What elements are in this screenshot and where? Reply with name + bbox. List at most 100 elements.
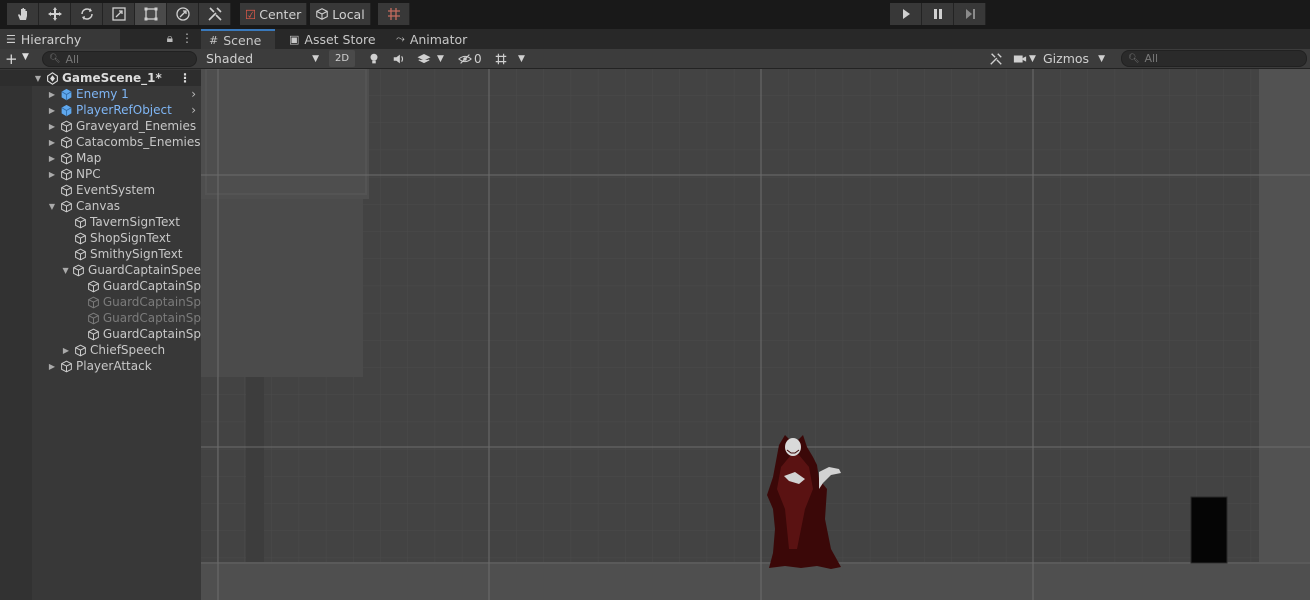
add-dropdown-icon[interactable]: ▼ xyxy=(22,52,29,62)
tab-animator[interactable]: ⤳ Animator xyxy=(388,29,475,49)
list-item[interactable]: ▶ Map xyxy=(0,150,201,166)
list-item[interactable]: ▶ Graveyard_Enemies xyxy=(0,118,201,134)
list-item[interactable]: ▶ Catacombs_Enemies xyxy=(0,134,201,150)
item-label: PlayerRefObject xyxy=(76,103,172,117)
scene-viewport[interactable] xyxy=(201,69,1310,600)
step-button[interactable] xyxy=(954,3,986,25)
chevron-right-icon[interactable]: › xyxy=(191,103,196,117)
scene-menu-icon[interactable]: ⋮ xyxy=(179,71,191,85)
collapse-arrow-icon[interactable]: ▼ xyxy=(32,74,44,83)
rotate-icon xyxy=(80,8,93,20)
dropdown-arrow-icon: ▼ xyxy=(1029,53,1036,64)
background-wall-right xyxy=(1259,69,1310,563)
rotate-tool-button[interactable] xyxy=(71,3,103,25)
hand-tool-button[interactable] xyxy=(7,3,39,25)
kebab-menu-icon[interactable]: ⋮ xyxy=(181,31,193,46)
list-item[interactable]: GuardCaptainSp xyxy=(0,278,201,294)
list-item[interactable]: GuardCaptainSp xyxy=(0,310,201,326)
pause-icon xyxy=(933,9,942,19)
expand-arrow-icon[interactable]: ▶ xyxy=(46,154,58,163)
mode-2d-toggle[interactable]: 2D xyxy=(329,50,355,67)
lighting-toggle[interactable] xyxy=(367,49,381,68)
camera-icon xyxy=(1013,55,1027,62)
prefab-cube-icon xyxy=(58,103,74,117)
transform-tool-button[interactable] xyxy=(167,3,199,25)
pivot-local-button[interactable]: Local xyxy=(310,3,371,25)
rect-tool-button[interactable] xyxy=(135,3,167,25)
hidden-objects-toggle[interactable]: 0 xyxy=(458,49,482,68)
audio-toggle[interactable] xyxy=(392,49,406,68)
list-item[interactable]: GuardCaptainSp xyxy=(0,294,201,310)
move-tool-button[interactable] xyxy=(39,3,71,25)
tab-asset-store[interactable]: ▣ Asset Store xyxy=(281,29,384,49)
scene-toolbar: Shaded ▼ 2D ▼ 0 ▼ ▼ Gizmos ▼ 🔍︎ All xyxy=(201,49,1310,69)
tools-wrench-icon xyxy=(207,7,222,21)
effects-dropdown[interactable]: ▼ xyxy=(417,49,444,68)
gameobject-cube-icon xyxy=(72,343,88,357)
pivot-center-button[interactable]: ☑ Center xyxy=(240,3,308,25)
list-item[interactable]: ▶ ChiefSpeech xyxy=(0,342,201,358)
expand-arrow-icon[interactable]: ▶ xyxy=(46,90,58,99)
scene-row[interactable]: ▼ GameScene_1* ⋮ xyxy=(0,70,201,86)
scene-search-input[interactable]: 🔍︎ All xyxy=(1121,50,1307,67)
chevron-right-icon[interactable]: › xyxy=(191,87,196,101)
expand-arrow-icon[interactable]: ▶ xyxy=(46,362,58,371)
dropdown-arrow-icon: ▼ xyxy=(1098,53,1105,64)
item-label: Map xyxy=(76,151,102,165)
list-item[interactable]: ▼ GuardCaptainSpee xyxy=(0,262,202,278)
list-item[interactable]: ▶ NPC xyxy=(0,166,201,182)
gameobject-cube-icon xyxy=(58,135,74,149)
scale-tool-button[interactable] xyxy=(103,3,135,25)
item-label: GuardCaptainSpee xyxy=(88,263,201,277)
grid-dropdown[interactable]: ▼ xyxy=(494,49,525,68)
gameobject-cube-icon xyxy=(58,167,74,181)
list-item[interactable]: EventSystem xyxy=(0,182,201,198)
collapse-arrow-icon[interactable]: ▼ xyxy=(60,266,71,275)
speaker-icon xyxy=(393,54,404,63)
add-plus-icon[interactable]: + xyxy=(5,50,18,68)
scene-tools-button[interactable] xyxy=(989,49,1003,68)
search-icon: 🔍︎ xyxy=(49,54,61,64)
lock-icon[interactable]: 🔒︎ xyxy=(167,31,173,46)
tools-wrench-icon xyxy=(990,52,1002,65)
background-wall xyxy=(201,69,369,199)
scene-canvas[interactable] xyxy=(201,69,1310,600)
hidden-count: 0 xyxy=(474,51,482,66)
tab-hierarchy[interactable]: ☰ Hierarchy xyxy=(0,29,120,49)
gameobject-cube-icon xyxy=(58,183,74,197)
shopping-bag-icon: ▣ xyxy=(289,32,300,46)
expand-arrow-icon[interactable]: ▶ xyxy=(60,346,72,355)
list-item[interactable]: SmithySignText xyxy=(0,246,201,262)
pivot-label: Center xyxy=(259,6,302,22)
door-object[interactable] xyxy=(1191,497,1227,563)
list-item[interactable]: ShopSignText xyxy=(0,230,201,246)
tab-label: Scene xyxy=(223,32,262,48)
background-pillar xyxy=(246,377,264,563)
item-label: Catacombs_Enemies xyxy=(76,135,201,149)
item-label: GuardCaptainSp xyxy=(102,279,201,293)
expand-arrow-icon[interactable]: ▶ xyxy=(46,138,58,147)
snap-grid-button[interactable] xyxy=(378,3,410,25)
shading-mode-dropdown[interactable]: Shaded ▼ xyxy=(201,49,323,68)
list-item[interactable]: ▶ PlayerRefObject › xyxy=(0,102,201,118)
tab-scene[interactable]: # Scene xyxy=(201,29,275,49)
gameobject-cube-icon xyxy=(58,199,74,213)
scale-icon xyxy=(111,7,126,21)
list-item[interactable]: TavernSignText xyxy=(0,214,201,230)
list-item[interactable]: ▶ PlayerAttack xyxy=(0,358,201,374)
item-label: ShopSignText xyxy=(90,231,171,245)
gizmos-dropdown[interactable]: Gizmos ▼ xyxy=(1043,49,1105,68)
list-item[interactable]: ▶ Enemy 1 › xyxy=(0,86,201,102)
expand-arrow-icon[interactable]: ▶ xyxy=(46,106,58,115)
hierarchy-search-input[interactable]: 🔍︎ All xyxy=(42,51,197,67)
collapse-arrow-icon[interactable]: ▼ xyxy=(46,202,58,211)
list-item[interactable]: GuardCaptainSp xyxy=(0,326,201,342)
camera-dropdown[interactable]: ▼ xyxy=(1013,49,1036,68)
expand-arrow-icon[interactable]: ▶ xyxy=(46,170,58,179)
expand-arrow-icon[interactable]: ▶ xyxy=(46,122,58,131)
gameobject-cube-icon xyxy=(58,359,74,373)
custom-tool-button[interactable] xyxy=(199,3,231,25)
list-item[interactable]: ▼ Canvas xyxy=(0,198,201,214)
play-button[interactable] xyxy=(890,3,922,25)
pause-button[interactable] xyxy=(922,3,954,25)
